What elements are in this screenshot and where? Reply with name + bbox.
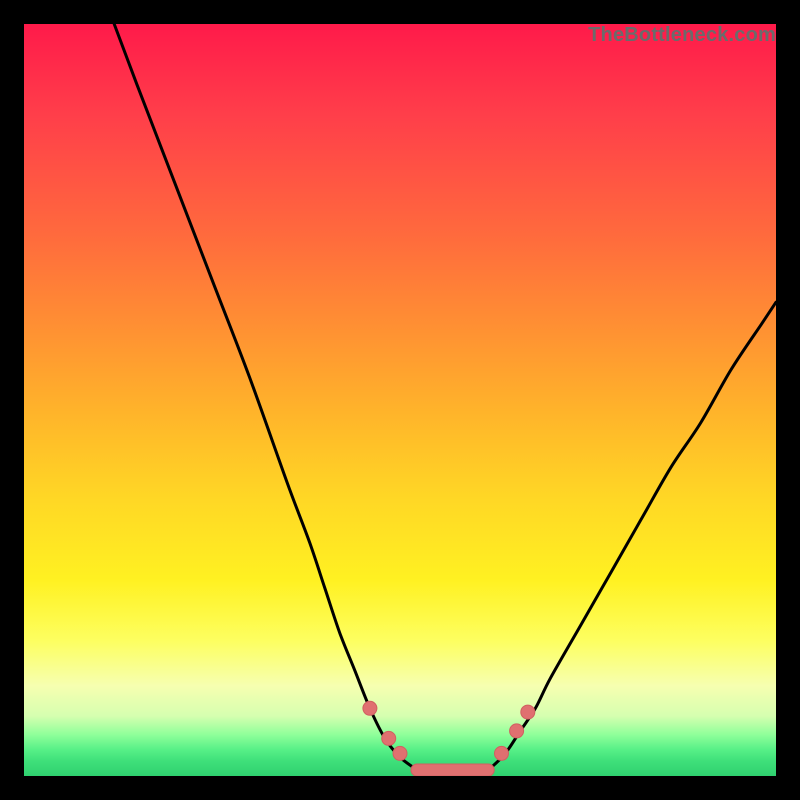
chart-frame — [24, 24, 776, 776]
curve-marker — [495, 746, 509, 760]
watermark-text: TheBottleneck.com — [588, 24, 776, 47]
curve-marker — [393, 746, 407, 760]
bottleneck-curve — [114, 24, 776, 771]
valley-floor-marker — [411, 764, 494, 776]
curve-marker — [510, 724, 524, 738]
curve-marker — [363, 701, 377, 715]
curve-marker — [382, 731, 396, 745]
chart-svg — [24, 24, 776, 776]
curve-markers — [363, 701, 535, 760]
curve-marker — [521, 705, 535, 719]
